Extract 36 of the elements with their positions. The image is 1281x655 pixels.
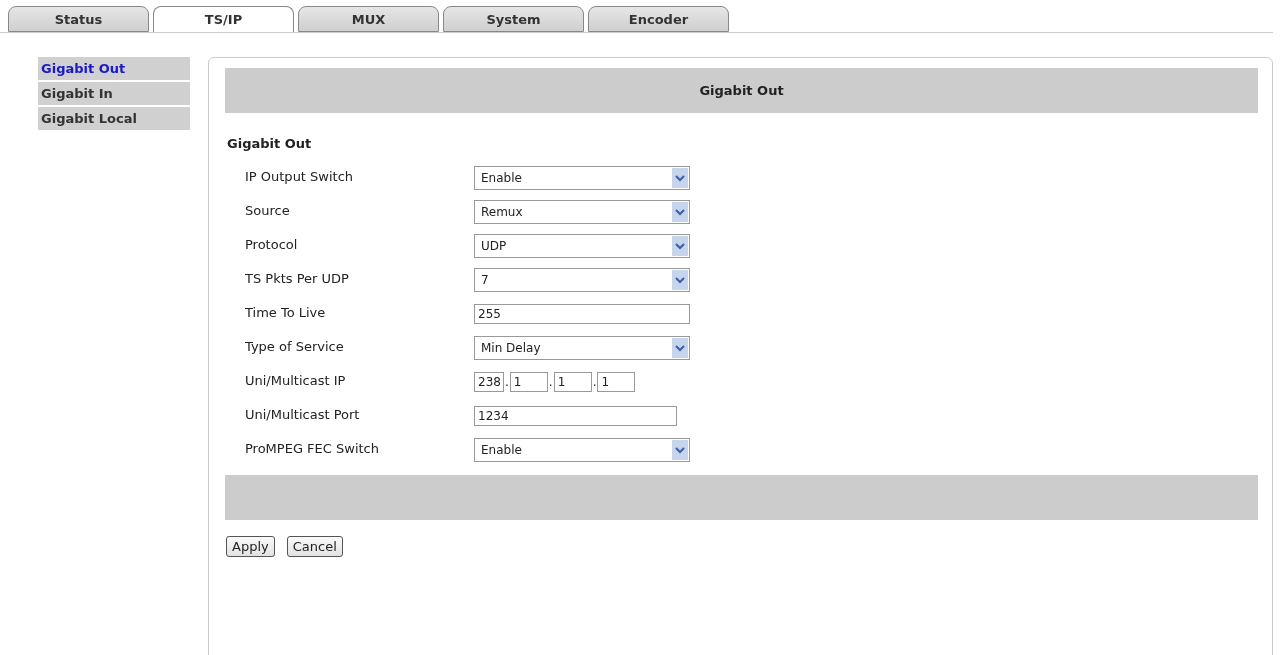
field-label: Uni/Multicast Port: [245, 406, 361, 422]
field-label: Protocol: [245, 236, 299, 252]
ip-separator: .: [591, 375, 598, 389]
dropdown[interactable]: Enable: [474, 166, 690, 190]
input-field[interactable]: 255: [474, 304, 690, 324]
ip-octet-field[interactable]: 1: [597, 372, 636, 392]
input-field[interactable]: 1234: [474, 406, 677, 426]
field-label: Source: [245, 202, 291, 218]
dropdown[interactable]: Remux: [474, 200, 690, 224]
dropdown[interactable]: Min Delay: [474, 336, 690, 360]
ip-separator: .: [547, 375, 554, 389]
dropdown[interactable]: UDP: [474, 234, 690, 258]
apply-button[interactable]: Apply: [226, 536, 275, 557]
tab[interactable]: MUX: [298, 6, 439, 32]
sidebar-item[interactable]: Gigabit Out: [38, 57, 190, 80]
dropdown[interactable]: 7: [474, 268, 690, 292]
ip-octet-field[interactable]: 1: [509, 372, 548, 392]
field-label: TS Pkts Per UDP: [245, 270, 350, 286]
panel-header: Gigabit Out: [225, 68, 1258, 113]
dropdown[interactable]: Enable: [474, 438, 690, 462]
ip-octet-field[interactable]: 1: [553, 372, 592, 392]
section-title: Gigabit Out: [227, 136, 313, 151]
sidebar-item[interactable]: Gigabit Local: [38, 107, 190, 130]
tab[interactable]: System: [443, 6, 584, 32]
field-label: Uni/Multicast IP: [245, 372, 347, 388]
sidebar-item[interactable]: Gigabit In: [38, 82, 190, 105]
field-label: Type of Service: [245, 338, 345, 354]
ip-separator: .: [504, 375, 510, 389]
field-label: Time To Live: [245, 304, 327, 320]
tab[interactable]: TS/IP: [153, 6, 294, 32]
field-label: IP Output Switch: [245, 168, 355, 184]
cancel-button[interactable]: Cancel: [286, 536, 343, 557]
ip-octet-field[interactable]: 238: [474, 372, 504, 392]
field-label: ProMPEG FEC Switch: [245, 440, 380, 456]
tab[interactable]: Status: [8, 6, 149, 32]
tab[interactable]: Encoder: [588, 6, 729, 32]
